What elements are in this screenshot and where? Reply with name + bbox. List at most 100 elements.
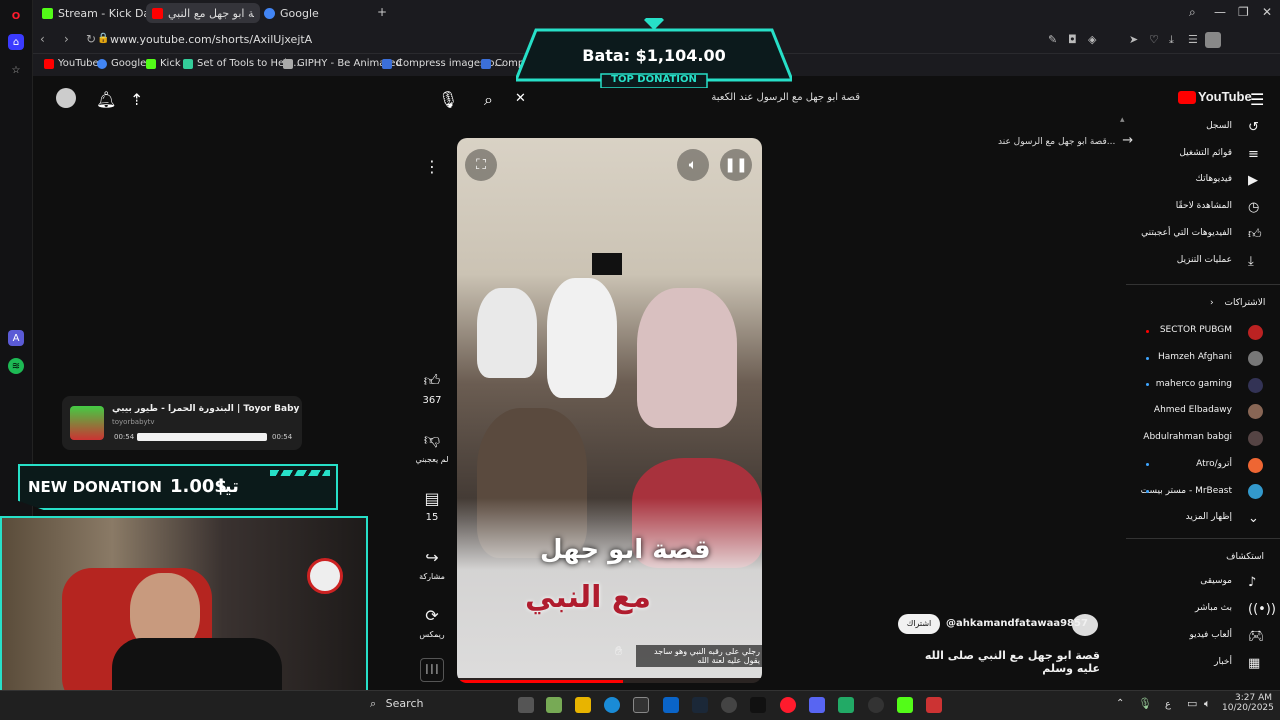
close-icon[interactable]: ✕ xyxy=(1262,5,1272,19)
subscription-item[interactable]: Ahmed Elbadawy xyxy=(1154,405,1232,415)
search-tabs-icon[interactable]: ⌕ xyxy=(1189,5,1196,20)
volume-tray-icon[interactable]: 🔈︎ xyxy=(1204,697,1211,711)
bookmark-label: Kick xyxy=(160,58,181,69)
tab-youtube-short[interactable]: قصة ابو جهل مع النبي xyxy=(146,3,260,23)
channel-avatar xyxy=(1248,484,1263,499)
aria-icon[interactable]: A xyxy=(8,330,24,346)
forward-icon[interactable]: › xyxy=(64,32,69,46)
subscription-item[interactable]: Atro/أترو xyxy=(1196,459,1232,469)
back-link[interactable]: قصة ابو جهل مع الرسول عند... → xyxy=(998,133,1133,148)
thumbs-up-icon: 👍︎ xyxy=(1248,227,1262,242)
guide-item-liked-videos[interactable]: الفيديوهات التي أعجبتني xyxy=(1141,228,1232,238)
app-icon[interactable] xyxy=(721,697,737,713)
channel-handle[interactable]: @ahkamandfatawaa9857 xyxy=(946,618,1088,629)
bookmark-google[interactable]: Google xyxy=(97,58,146,69)
profile-avatar[interactable] xyxy=(1205,32,1221,48)
file-explorer-icon[interactable] xyxy=(575,697,591,713)
explore-item-gaming[interactable]: ألعاب فيديو xyxy=(1189,630,1232,640)
explore-item-live[interactable]: بث مباشر xyxy=(1195,603,1232,613)
security-icon[interactable] xyxy=(838,697,854,713)
subscriptions-header[interactable]: › الاشتراكات xyxy=(1210,298,1265,308)
tray-chevron-icon[interactable]: ⌃ xyxy=(1116,698,1124,709)
cursor-hand-icon: ✋︎ xyxy=(615,644,623,659)
tab-google[interactable]: Google xyxy=(258,3,325,23)
bookmark-youtube[interactable]: YouTube xyxy=(44,58,99,69)
subscription-item[interactable]: Abdulrahman babgi xyxy=(1143,432,1232,442)
comments-button[interactable]: ▤ 15 xyxy=(414,489,450,523)
app-icon[interactable] xyxy=(868,697,884,713)
youtube-logo-icon[interactable] xyxy=(1178,91,1196,104)
outlook-icon[interactable] xyxy=(663,697,679,713)
show-more-button[interactable]: إظهار المزيد xyxy=(1186,512,1232,522)
video-overlay-title: قصة ابو جهل xyxy=(540,535,711,565)
remix-button[interactable]: ⟳ ريمكس xyxy=(414,606,450,640)
share-button[interactable]: ↪ مشاركة xyxy=(414,548,450,582)
opera-logo-icon[interactable]: O xyxy=(8,8,24,24)
address-bar[interactable]: www.youtube.com/shorts/AxilUjxejtA xyxy=(110,33,312,46)
subscription-item[interactable]: Hamzeh Afghani xyxy=(1158,352,1232,362)
subscription-item[interactable]: مستر بيست - MrBeast xyxy=(1141,486,1232,496)
fullscreen-icon[interactable]: ⛶ xyxy=(465,149,497,181)
heart-icon[interactable]: ♡ xyxy=(1149,33,1159,46)
explore-item-news[interactable]: أخبار xyxy=(1214,657,1232,667)
guide-item-your-videos[interactable]: فيديوهاتك xyxy=(1196,174,1232,184)
subscription-item[interactable]: SECTOR PUBGM xyxy=(1160,325,1232,335)
guide-item-downloads[interactable]: عمليات التنزيل xyxy=(1177,255,1232,265)
opera-taskbar-icon[interactable] xyxy=(780,697,796,713)
bell-icon[interactable]: 🔔︎ xyxy=(96,90,116,109)
menu-icon[interactable]: ☰ xyxy=(1188,33,1198,46)
guide-item-playlists[interactable]: قوائم التشغيل xyxy=(1179,148,1232,158)
channel-avatar xyxy=(1248,325,1263,340)
widgets-icon[interactable] xyxy=(546,697,562,713)
microphone-icon[interactable]: 🎙︎ xyxy=(438,90,458,109)
task-view-icon[interactable] xyxy=(518,697,534,713)
clock[interactable]: 3:27 AM 10/20/2025 xyxy=(1222,693,1274,713)
guide-item-history[interactable]: السجل xyxy=(1206,121,1232,131)
steam-icon[interactable] xyxy=(692,697,708,713)
volume-icon[interactable]: 🔈︎ xyxy=(677,149,709,181)
like-button[interactable]: 👍︎ 367 xyxy=(414,371,450,406)
input-language[interactable]: ع xyxy=(1165,699,1171,710)
maximize-icon[interactable]: ❐ xyxy=(1238,5,1249,19)
google-icon xyxy=(264,7,275,19)
search-icon[interactable]: ⌕ xyxy=(484,90,493,110)
back-icon[interactable]: ‹ xyxy=(40,32,45,46)
camera-icon[interactable]: ◘ xyxy=(1068,33,1077,46)
subscription-item[interactable]: maherco gaming xyxy=(1156,379,1232,389)
video-progress[interactable] xyxy=(457,680,623,683)
more-options-button[interactable]: ⋮ xyxy=(414,157,450,180)
explore-item-music[interactable]: موسيقى xyxy=(1200,576,1232,586)
scroll-up-icon[interactable]: ▴ xyxy=(1120,115,1125,125)
guide-item-watch-later[interactable]: المشاهدة لاحقًا xyxy=(1176,201,1232,211)
store-icon[interactable] xyxy=(633,697,649,713)
youtube-logo-text[interactable]: YouTube xyxy=(1198,89,1252,104)
new-tab-icon[interactable]: + xyxy=(377,5,387,19)
spotify-icon[interactable]: ≋ xyxy=(8,358,24,374)
tiktok-icon[interactable] xyxy=(750,697,766,713)
account-avatar[interactable] xyxy=(56,88,76,108)
pause-icon[interactable]: ❚❚ xyxy=(720,149,752,181)
tab-label: Google xyxy=(280,6,319,20)
taskbar-search[interactable]: ⌕ Search xyxy=(370,697,423,711)
network-icon[interactable]: ▭ xyxy=(1187,697,1197,710)
sound-icon[interactable]: ∣∣∣ xyxy=(420,658,444,682)
edge-icon[interactable] xyxy=(604,697,620,713)
home-icon[interactable]: ⌂ xyxy=(8,34,24,50)
search-input[interactable]: قصة ابو جهل مع الرسول عند الكعبة xyxy=(510,87,870,109)
upload-icon[interactable]: ⇡ xyxy=(130,90,143,109)
kick-icon[interactable] xyxy=(897,697,913,713)
send-icon[interactable]: ➤ xyxy=(1129,33,1138,46)
discord-icon[interactable] xyxy=(809,697,825,713)
download-icon[interactable]: ⤓ xyxy=(1169,33,1174,47)
dislike-button[interactable]: 👎︎ لم يعجبني xyxy=(410,430,454,465)
star-icon[interactable]: ☆ xyxy=(8,62,24,78)
subscribe-button[interactable]: اشتراك xyxy=(898,614,940,634)
minimize-icon[interactable]: — xyxy=(1214,5,1226,19)
app-icon[interactable] xyxy=(926,697,942,713)
mic-tray-icon[interactable]: 🎙︎ xyxy=(1138,697,1152,710)
guide-menu-icon[interactable]: ☰ xyxy=(1250,90,1264,109)
reload-icon[interactable]: ↻ xyxy=(86,32,96,46)
edit-icon[interactable]: ✎ xyxy=(1048,33,1057,46)
bookmark-kick[interactable]: Kick xyxy=(146,58,181,69)
shield-icon[interactable]: ◈ xyxy=(1088,33,1096,46)
